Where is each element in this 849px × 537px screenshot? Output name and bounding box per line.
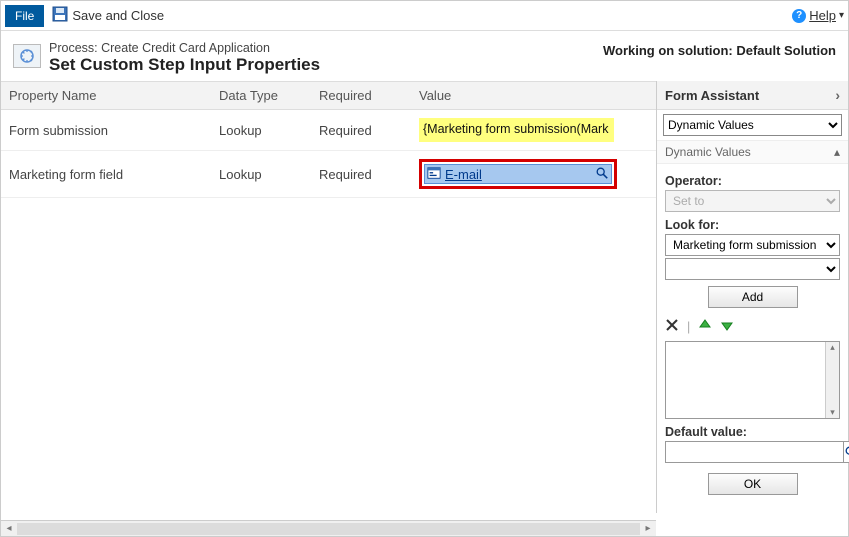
save-icon [52,6,68,25]
col-data-type: Data Type [211,88,311,103]
move-down-icon[interactable] [720,318,734,335]
property-row: Form submission Lookup Required {Marketi… [1,110,656,151]
form-assistant-header[interactable]: Form Assistant › [657,81,848,110]
assistant-mode-select[interactable]: Dynamic Values [663,114,842,136]
properties-pane: Property Name Data Type Required Value F… [1,81,656,513]
chevron-down-icon: ▾ [839,10,844,21]
lookup-field[interactable]: E-mail [424,164,612,184]
chevron-right-icon: › [835,87,840,103]
collapse-icon: ▴ [834,145,840,159]
page-header: Process: Create Credit Card Application … [1,31,848,81]
add-button[interactable]: Add [708,286,798,308]
horizontal-scrollbar[interactable]: ◂ ▸ [1,520,656,536]
highlighted-lookup-wrap: E-mail [419,159,617,189]
property-datatype: Lookup [211,115,311,146]
separator: | [687,320,690,334]
col-property-name: Property Name [1,88,211,103]
property-required: Required [311,115,411,146]
listbox-scrollbar[interactable]: ▴▾ [825,342,839,418]
save-and-close-label: Save and Close [72,8,164,23]
scroll-left-arrow[interactable]: ◂ [1,523,17,534]
operator-label: Operator: [665,174,840,188]
delete-icon[interactable] [665,318,679,335]
form-assistant-pane: Form Assistant › Dynamic Values Dynamic … [656,81,848,513]
ok-button[interactable]: OK [708,473,798,495]
help-label: Help [809,8,836,23]
dynamic-values-listbox[interactable]: ▴▾ [665,341,840,419]
top-toolbar: File Save and Close ? Help ▾ [1,1,848,31]
scroll-right-arrow[interactable]: ▸ [640,523,656,534]
process-breadcrumb: Process: Create Credit Card Application [49,41,320,55]
property-datatype: Lookup [211,159,311,190]
lookup-search-icon[interactable] [595,166,609,183]
property-value-cell: {Marketing form submission(Mark [411,110,656,150]
default-value-input[interactable] [665,441,844,463]
col-value: Value [411,88,656,103]
form-assistant-title: Form Assistant [665,88,759,103]
help-icon: ? [792,9,806,23]
scroll-track[interactable] [17,523,640,535]
record-icon [427,166,441,183]
property-required: Required [311,159,411,190]
dynamic-values-section-header[interactable]: Dynamic Values ▴ [657,140,848,164]
look-for-label: Look for: [665,218,840,232]
move-up-icon[interactable] [698,318,712,335]
file-menu-button[interactable]: File [5,5,44,27]
property-row: Marketing form field Lookup Required E-m… [1,151,656,198]
look-for-attribute-select[interactable] [665,258,840,280]
process-icon [13,44,41,68]
col-required: Required [311,88,411,103]
operator-select[interactable]: Set to [665,190,840,212]
properties-header-row: Property Name Data Type Required Value [1,81,656,110]
look-for-entity-select[interactable]: Marketing form submission [665,234,840,256]
lookup-value-text: E-mail [445,167,591,182]
default-value-lookup-button[interactable] [844,441,849,463]
property-name: Marketing form field [1,159,211,190]
help-menu[interactable]: ? Help ▾ [792,8,844,23]
page-title: Set Custom Step Input Properties [49,55,320,75]
property-value-cell: E-mail [411,151,656,197]
section-label: Dynamic Values [665,145,751,159]
property-name: Form submission [1,115,211,146]
save-and-close-button[interactable]: Save and Close [52,6,164,25]
solution-indicator: Working on solution: Default Solution [603,41,836,58]
default-value-label: Default value: [665,425,840,439]
value-dynamic-token[interactable]: {Marketing form submission(Mark [419,118,614,142]
